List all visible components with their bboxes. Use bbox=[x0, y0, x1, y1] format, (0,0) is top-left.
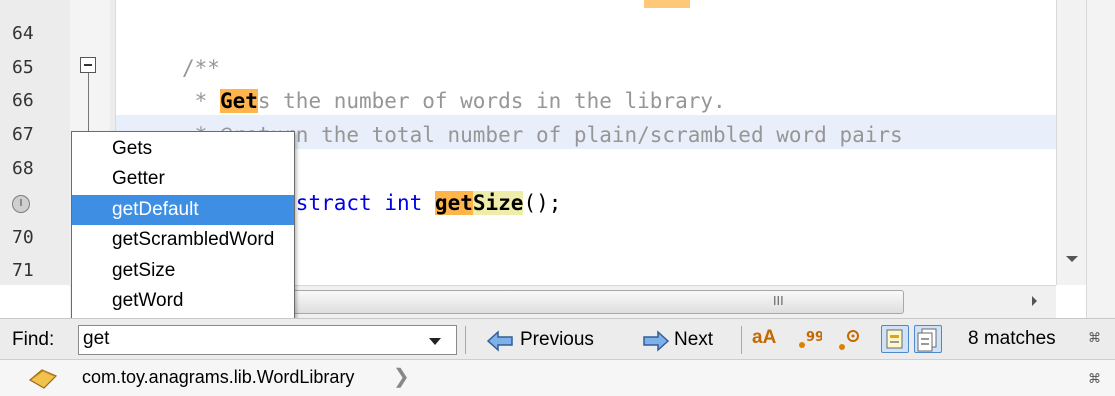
previous-arrow-icon bbox=[486, 330, 513, 352]
vertical-scrollbar[interactable] bbox=[1056, 0, 1086, 285]
previous-button[interactable]: Previous bbox=[486, 325, 594, 355]
completion-item[interactable]: getWord bbox=[72, 286, 294, 316]
regex-icon[interactable] bbox=[836, 327, 862, 353]
completion-item[interactable]: Gets bbox=[72, 134, 294, 164]
implements-annotation-icon[interactable]: I bbox=[12, 195, 30, 213]
breadcrumb-path[interactable]: com.toy.anagrams.lib.WordLibrary bbox=[82, 367, 354, 388]
line-number: 71 bbox=[12, 260, 34, 281]
separator bbox=[465, 326, 466, 354]
scroll-down-icon[interactable] bbox=[1066, 256, 1078, 262]
search-match: get bbox=[434, 191, 473, 215]
code-line: /** bbox=[182, 56, 220, 80]
collapse-fold-icon[interactable] bbox=[80, 57, 96, 73]
next-button[interactable]: Next bbox=[640, 325, 713, 355]
line-number: 67 bbox=[12, 124, 34, 145]
error-stripe bbox=[1086, 0, 1115, 318]
separator bbox=[741, 326, 742, 354]
close-breadcrumb-icon[interactable]: ⌘ bbox=[1088, 372, 1101, 387]
close-find-icon[interactable]: ⌘ bbox=[1088, 331, 1101, 346]
history-dropdown-icon[interactable] bbox=[429, 338, 441, 345]
fold-line bbox=[88, 73, 89, 131]
whole-words-icon[interactable]: 99 bbox=[796, 327, 824, 353]
find-label: Find: bbox=[12, 329, 55, 350]
completion-popup[interactable]: Gets Getter getDefault getScrambledWord … bbox=[71, 131, 295, 319]
code-editor[interactable]: 64 65 66 67 68 I 70 71 /** * Gets the nu… bbox=[0, 0, 1115, 319]
line-number: 68 bbox=[12, 158, 34, 179]
scroll-thumb[interactable]: III bbox=[292, 290, 904, 314]
match-highlight-mark bbox=[644, 0, 690, 8]
completion-item[interactable]: getSize bbox=[72, 256, 294, 286]
match-case-icon[interactable]: aA bbox=[752, 327, 778, 353]
chevron-right-icon[interactable]: ❯ bbox=[393, 364, 410, 389]
find-toolbar: Find: Previous Next aA 99 8 matches ⌘ bbox=[0, 318, 1115, 360]
line-number: 66 bbox=[12, 90, 34, 111]
scroll-right-icon[interactable] bbox=[1032, 296, 1037, 306]
search-match: Get bbox=[219, 89, 258, 113]
completion-item[interactable]: getScrambledWord bbox=[72, 225, 294, 255]
find-input[interactable] bbox=[83, 328, 413, 350]
find-field[interactable] bbox=[78, 325, 457, 355]
package-icon bbox=[26, 366, 60, 395]
line-number: 64 bbox=[12, 23, 34, 44]
match-count: 8 matches bbox=[968, 328, 1056, 349]
completion-item[interactable]: Getter bbox=[72, 164, 294, 194]
completion-item-selected[interactable]: getDefault bbox=[72, 195, 294, 225]
breadcrumb-bar: com.toy.anagrams.lib.WordLibrary ❯ ⌘ bbox=[0, 359, 1115, 396]
code-line: * Gets the number of words in the librar… bbox=[182, 89, 726, 113]
svg-text:99: 99 bbox=[806, 330, 822, 345]
line-number: 70 bbox=[12, 227, 34, 248]
next-arrow-icon bbox=[643, 330, 670, 352]
line-number: 65 bbox=[12, 57, 34, 78]
wrap-around-icon[interactable] bbox=[914, 325, 942, 353]
grip-icon: III bbox=[773, 294, 784, 308]
highlight-results-icon[interactable] bbox=[881, 325, 909, 353]
